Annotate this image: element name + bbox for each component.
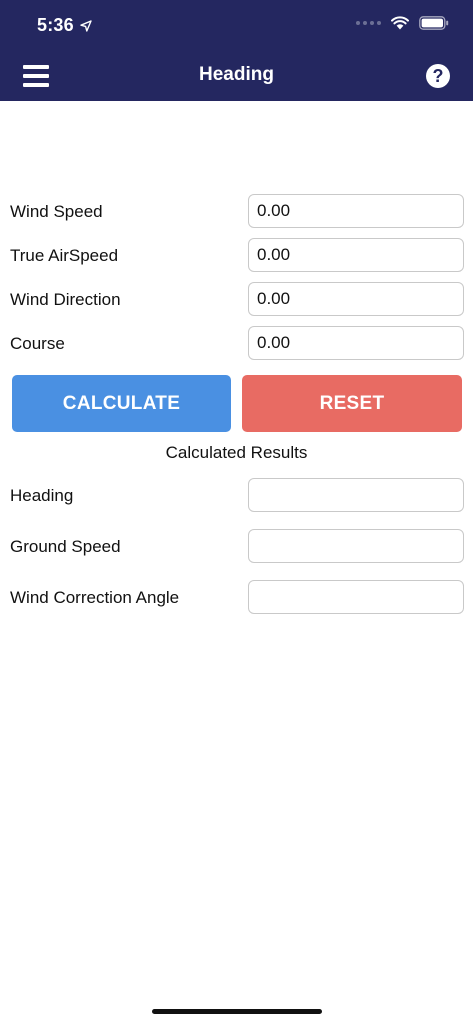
cellular-signal-icon — [356, 21, 381, 25]
status-time-text: 5:36 — [37, 15, 74, 35]
status-time: 5:36 — [37, 15, 92, 36]
wind-speed-row: Wind Speed — [0, 194, 473, 230]
course-label: Course — [10, 334, 65, 353]
wind-correction-angle-label: Wind Correction Angle — [10, 588, 180, 607]
page-title: Heading — [199, 64, 274, 85]
wifi-icon — [391, 16, 409, 30]
calculate-button[interactable]: CALCULATE — [12, 375, 231, 432]
battery-icon — [419, 16, 449, 30]
header-bar: 5:36 Heading ? — [0, 0, 473, 101]
wind-direction-row: Wind Direction — [0, 282, 473, 318]
status-icons — [356, 16, 449, 30]
course-row: Course — [0, 326, 473, 362]
results-title: Calculated Results — [165, 443, 308, 462]
ground-speed-label: Ground Speed — [10, 537, 121, 556]
help-icon[interactable]: ? — [426, 64, 450, 88]
app-screen: 5:36 Heading ? Wind Speed 0.00 True AirS… — [0, 0, 473, 1024]
heading-result-row: Heading — [0, 478, 473, 514]
ground-speed-field[interactable] — [248, 529, 464, 563]
home-indicator[interactable] — [152, 1009, 322, 1014]
wind-direction-input[interactable] — [248, 282, 464, 316]
reset-button[interactable]: RESET — [242, 375, 462, 432]
ground-speed-row: Ground Speed — [0, 529, 473, 565]
course-input[interactable] — [248, 326, 464, 360]
heading-result-field[interactable] — [248, 478, 464, 512]
wind-speed-label: Wind Speed — [10, 202, 103, 221]
true-airspeed-row: True AirSpeed — [0, 238, 473, 274]
location-arrow-icon — [80, 19, 92, 32]
true-airspeed-label: True AirSpeed — [10, 246, 119, 265]
heading-result-label: Heading — [10, 486, 74, 505]
wind-correction-angle-field[interactable] — [248, 580, 464, 614]
wind-direction-label: Wind Direction — [10, 290, 121, 309]
true-airspeed-input[interactable] — [248, 238, 464, 272]
wind-correction-angle-row: Wind Correction Angle — [0, 580, 473, 616]
wind-speed-input[interactable] — [248, 194, 464, 228]
